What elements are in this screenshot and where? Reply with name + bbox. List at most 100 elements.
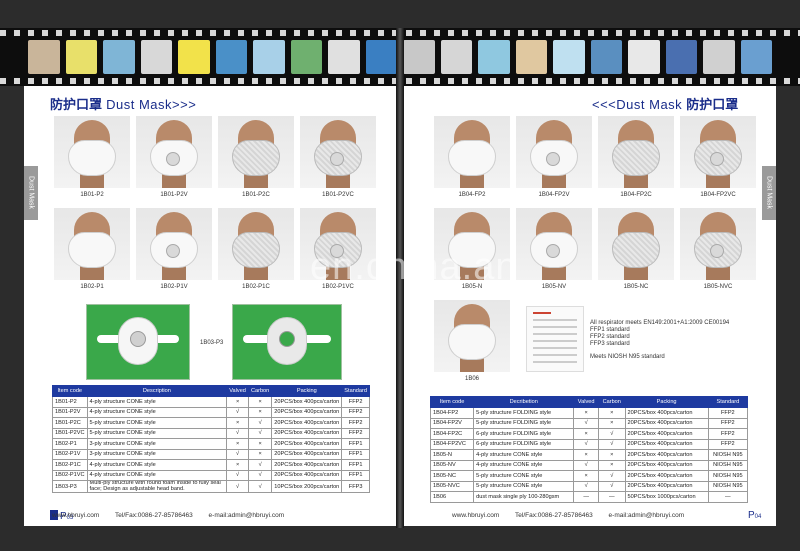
table-cell: √ xyxy=(573,438,599,450)
table-row: 1B05-N 4-ply structure CONE style × × 20PCS/… xyxy=(429,449,749,461)
table-cell: 5-ply structure FOLDING style xyxy=(473,407,575,419)
table-cell: × xyxy=(597,417,626,429)
table-cell: 1B01-P2C xyxy=(52,417,88,429)
table-cell: 1B04-FP2 xyxy=(429,407,475,419)
table-cell: — xyxy=(597,491,626,503)
table-row: 1B02-P1C 4-ply structure CONE style × √ 20PC… xyxy=(52,459,370,471)
table-cell: × xyxy=(226,396,249,408)
film-frame-photo xyxy=(365,40,397,74)
table-row: 1B05-NC 5-ply structure CONE style × √ 20PCS… xyxy=(429,470,749,482)
column-header: Item code xyxy=(429,396,475,408)
column-header: Item code xyxy=(52,385,88,397)
table-cell: FFP2 xyxy=(707,407,749,419)
column-header: Carbon xyxy=(247,385,273,397)
table-cell: 1B04-FP2VC xyxy=(429,438,475,450)
table-row: 1B04-FP2 5-ply structure FOLDING style × × 2… xyxy=(429,407,749,419)
table-cell: × xyxy=(226,459,249,471)
mask-card: 1B05-NC xyxy=(598,208,674,292)
table-cell: 20PCS/box 400pcs/carton xyxy=(624,459,709,471)
table-cell: √ xyxy=(226,427,249,439)
table-cell: √ xyxy=(573,459,599,471)
table-cell: 5-ply structure FOLDING style xyxy=(473,417,575,429)
table-cell: √ xyxy=(247,459,273,471)
table-cell: 20PCS/box 400pcs/carton xyxy=(624,480,709,492)
table-cell: FFP2 xyxy=(707,417,749,429)
column-header: Packing xyxy=(271,385,343,397)
table-row: 1B03-P3 Multi-ply structure with round fo… xyxy=(52,479,370,494)
table-cell: 1B05-NC xyxy=(429,470,475,482)
table-cell: 4-ply structure CONE style xyxy=(473,449,575,461)
table-cell: 20PCS/box 400pcs/carton xyxy=(271,417,343,429)
table-cell: × xyxy=(247,438,273,450)
table-cell: Multi-ply structure with round foam insi… xyxy=(86,479,228,494)
column-header: Description xyxy=(86,385,228,397)
table-cell: FFP2 xyxy=(341,406,370,418)
table-cell: 20PCS/box 400pcs/carton xyxy=(624,449,709,461)
table-row: 1B01-P2V 4-ply structure CONE style √ × 20PC… xyxy=(52,406,370,418)
film-frame-photo xyxy=(440,40,472,74)
table-row: 1B01-P2VC 5-ply structure CONE style √ √ 20P… xyxy=(52,427,370,439)
right-page-number: P04 xyxy=(748,510,761,521)
mask-photo-front xyxy=(86,304,190,380)
table-cell: √ xyxy=(573,417,599,429)
table-cell: 1B06 xyxy=(429,491,475,503)
table-cell: 20PCS/box 400pcs/carton xyxy=(624,428,709,440)
film-frame-photo xyxy=(403,40,435,74)
mask-code: 1B01-P2C xyxy=(242,192,270,198)
table-cell: 1B04-FP2V xyxy=(429,417,475,429)
table-cell: × xyxy=(573,407,599,419)
table-cell: 1B05-NVC xyxy=(429,480,475,492)
footer-email: e-mail:admin@hbruyi.com xyxy=(208,512,285,519)
table-cell: 4-ply structure CONE style xyxy=(86,406,228,418)
table-cell: 1B05-N xyxy=(429,449,475,461)
footer-tel: Tel/Fax:0086-27-85786463 xyxy=(115,512,193,519)
mask-code: 1B04-FP2V xyxy=(538,192,570,198)
table-cell: FFP2 xyxy=(341,427,370,439)
table-row: 1B06 dust mask single ply 100-280gsm — —50P… xyxy=(429,491,749,503)
table-cell: 20PCS/box 400pcs/carton xyxy=(271,459,343,471)
table-cell: √ xyxy=(226,469,249,481)
film-frame-photo xyxy=(515,40,547,74)
mask-card: 1B01-P2C xyxy=(218,116,294,200)
page-digits: 04 xyxy=(754,514,762,520)
table-cell: 3-ply structure CONE style xyxy=(86,438,228,450)
table-row: 1B02-P1VC 4-ply structure CONE style √ √ 20P… xyxy=(52,469,370,481)
table-cell: 6-ply structure FOLDING style xyxy=(473,428,575,440)
mask-photo xyxy=(54,208,130,280)
table-cell: √ xyxy=(597,438,626,450)
mask-photo xyxy=(516,208,592,280)
mask-photo xyxy=(300,116,376,188)
table-cell: 20PCS/box 400pcs/carton xyxy=(624,438,709,450)
table-cell: √ xyxy=(597,470,626,482)
column-header: Packing xyxy=(624,396,709,408)
table-cell: × xyxy=(247,396,273,408)
footer-website: www.hbruyi.com xyxy=(452,512,500,519)
left-spec-table: Item code Description Valved Carbon Packing S… xyxy=(52,385,370,494)
table-cell: dust mask single ply 100-280gsm xyxy=(473,491,575,503)
table-cell: NIOSH N95 xyxy=(707,449,749,461)
table-cell: √ xyxy=(226,406,249,418)
right-footer: www.hbruyi.com Tel/Fax:0086-27-85786463 … xyxy=(452,512,698,519)
table-cell: NIOSH N95 xyxy=(707,470,749,482)
table-cell: × xyxy=(247,406,273,418)
mask-photo xyxy=(598,208,674,280)
left-title-en: Dust Mask>>> xyxy=(102,97,197,112)
mask-photo xyxy=(218,208,294,280)
film-frame-photo xyxy=(740,40,772,74)
table-row: 1B04-FP2C 6-ply structure FOLDING style × √… xyxy=(429,428,749,440)
table-cell: 20PCS/box 400pcs/carton xyxy=(271,438,343,450)
mask-code: 1B01-P2V xyxy=(160,192,188,198)
table-cell: 1B02-P1C xyxy=(52,459,88,471)
table-cell: 1B01-P2V xyxy=(52,406,88,418)
cert-note: FFP2 standard xyxy=(590,334,630,340)
table-row: 1B04-FP2V 5-ply structure FOLDING style √ ×… xyxy=(429,417,749,429)
mask-card: 1B04-FP2V xyxy=(516,116,592,200)
film-frame-photo xyxy=(65,40,97,74)
table-row: 1B02-P1 3-ply structure CONE style × × 20PCS… xyxy=(52,438,370,450)
right-title-cn: 防护口罩 xyxy=(686,97,739,112)
table-cell: 4-ply structure CONE style xyxy=(473,459,575,471)
table-cell: 20PCS/box 400pcs/carton xyxy=(271,448,343,460)
table-cell: 1B02-P1V xyxy=(52,448,88,460)
left-footer: www.hbruyi.com Tel/Fax:0086-27-85786463 … xyxy=(52,512,298,519)
table-cell: √ xyxy=(247,479,273,494)
